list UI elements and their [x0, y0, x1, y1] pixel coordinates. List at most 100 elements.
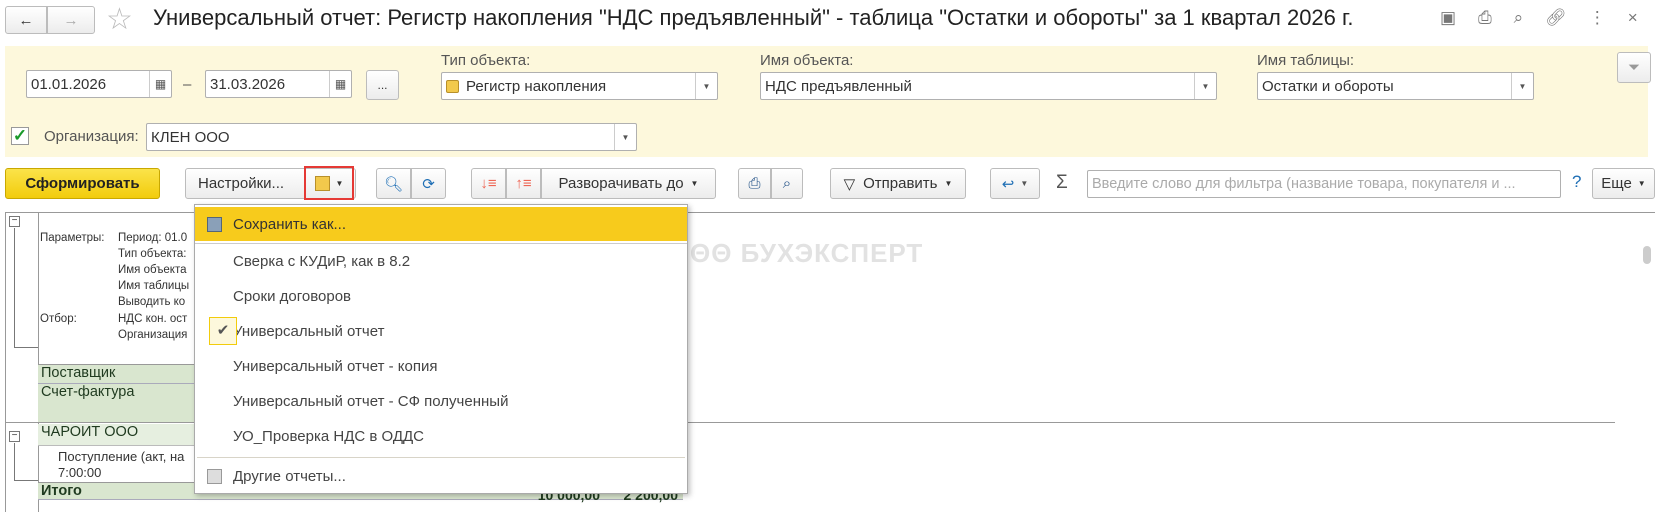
menu-item-label: Универсальный отчет - копия	[233, 357, 438, 375]
register-icon	[446, 79, 459, 93]
calendar-icon[interactable]: ▦	[329, 71, 351, 97]
send-label: Отправить	[863, 175, 938, 192]
help-button[interactable]: ?	[1572, 172, 1581, 192]
report-variants-menu: Сохранить как... Сверка с КУДиР, как в 8…	[194, 204, 688, 494]
menu-item-label: Другие отчеты...	[233, 467, 346, 485]
back-button[interactable]: ←	[5, 6, 47, 34]
collapse-toggle[interactable]: −	[9, 216, 20, 227]
calendar-icon[interactable]: ▦	[149, 71, 171, 97]
object-name-value: НДС предъявленный	[765, 77, 912, 95]
menu-item-other-reports[interactable]: Другие отчеты...	[195, 459, 687, 493]
settings-label: Настройки...	[198, 175, 285, 192]
menu-item-label: УО_Проверка НДС в ОДДС	[233, 427, 425, 445]
save-icon[interactable]: ▣	[1440, 8, 1456, 28]
search-next-icon: ⟳	[422, 175, 435, 193]
chevron-down-icon: ▼	[690, 179, 699, 188]
page-title: Универсальный отчет: Регистр накопления …	[153, 5, 1354, 30]
org-value: КЛЕН ООО	[151, 128, 230, 146]
object-type-select[interactable]: Регистр накопления ▼	[441, 72, 718, 100]
menu-item-variant[interactable]: Сверка с КУДиР, как в 8.2	[195, 244, 687, 278]
expand-to-label: Разворачивать до	[558, 175, 684, 192]
link-icon[interactable]: 🔗︎	[1545, 8, 1567, 28]
org-checkbox[interactable]: ✓	[11, 127, 29, 145]
param-line: Тип объекта:	[118, 248, 187, 260]
more-icon[interactable]: ⋮	[1589, 8, 1606, 28]
param-line: Имя объекта	[118, 264, 187, 276]
expand-to-button[interactable]: Разворачивать до ▼	[541, 168, 716, 199]
save-as-icon	[207, 216, 222, 232]
preview-button[interactable]: ⌕	[771, 168, 803, 199]
menu-item-label: Универсальный отчет	[233, 322, 385, 340]
expand-all-button[interactable]: ↓≡	[471, 168, 506, 199]
sum-icon[interactable]: Σ	[1056, 172, 1068, 194]
menu-item-variant[interactable]: Универсальный отчет - копия	[195, 349, 687, 383]
object-type-label: Тип объекта:	[441, 52, 531, 69]
chevron-down-icon[interactable]: ▼	[1194, 73, 1216, 99]
preview-icon[interactable]: ⌕	[1514, 8, 1524, 28]
preview-icon: ⌕	[782, 175, 792, 192]
collapse-all-button[interactable]: ↑≡	[506, 168, 541, 199]
params-label: Параметры:	[40, 232, 105, 244]
date-from-value: 01.01.2026	[31, 75, 107, 93]
menu-item-variant[interactable]: Универсальный отчет - СФ полученный	[195, 384, 687, 418]
param-line: Период: 01.0	[118, 232, 188, 244]
close-icon[interactable]: ×	[1628, 8, 1638, 28]
back-arrow-icon: ←	[18, 11, 34, 29]
forward-button[interactable]: →	[47, 6, 95, 34]
funnel-icon: ⏷	[1627, 59, 1640, 76]
object-name-label: Имя объекта:	[760, 52, 854, 69]
watermark: ΘΘ БУХЭКСПЕРТ	[690, 238, 924, 268]
chevron-down-icon[interactable]: ▼	[695, 73, 717, 99]
tree-line	[14, 443, 38, 481]
doc-line: 7:00:00	[58, 465, 102, 480]
report-variants-button[interactable]: ▼	[304, 166, 354, 200]
chevron-down-icon[interactable]: ▼	[1511, 73, 1533, 99]
forward-arrow-icon: →	[63, 11, 79, 29]
collapse-toggle[interactable]: −	[9, 431, 20, 442]
watermark-text: БУХЭКСПЕРТ	[740, 238, 924, 268]
chevron-down-icon: ▼	[1020, 179, 1029, 188]
menu-item-variant[interactable]: УО_Проверка НДС в ОДДС	[195, 419, 687, 453]
object-type-value: Регистр накопления	[466, 77, 607, 95]
checkmark-icon: ✔	[209, 317, 237, 345]
filter-line: Организация	[118, 329, 188, 341]
chevron-down-icon: ▼	[335, 178, 344, 188]
divider	[38, 212, 39, 512]
table-name-select[interactable]: Остатки и обороты ▼	[1257, 72, 1534, 100]
more-button[interactable]: Еще ▼	[1592, 168, 1655, 199]
table-name-label: Имя таблицы:	[1257, 52, 1355, 69]
filter-search-input[interactable]: Введите слово для фильтра (название това…	[1087, 170, 1561, 198]
print-button[interactable]: ⎙	[738, 168, 771, 199]
total-label: Итого	[41, 483, 82, 499]
menu-separator	[197, 457, 685, 458]
date-from-field[interactable]: 01.01.2026 ▦	[26, 70, 172, 98]
menu-item-save-as[interactable]: Сохранить как...	[195, 207, 687, 241]
table-name-value: Остатки и обороты	[1262, 77, 1394, 95]
menu-item-variant-current[interactable]: ✔ Универсальный отчет	[195, 314, 687, 348]
menu-item-label: Сверка с КУДиР, как в 8.2	[233, 252, 411, 270]
find-next-button[interactable]: ⟳	[411, 168, 446, 199]
find-button[interactable]: 🔍︎	[376, 168, 411, 199]
filter-settings-button[interactable]: ⏷	[1617, 52, 1651, 83]
tree-line	[14, 228, 38, 348]
more-label: Еще	[1601, 175, 1632, 192]
chevron-down-icon[interactable]: ▼	[614, 124, 636, 150]
filter-line: НДС кон. ост	[118, 313, 188, 325]
reports-icon	[207, 468, 222, 484]
generate-button[interactable]: Сформировать	[5, 168, 160, 199]
print-icon[interactable]: ⎙	[1478, 8, 1492, 28]
printer-icon: ⎙	[748, 175, 761, 192]
scrollbar[interactable]	[1643, 246, 1651, 264]
report-variants-icon	[314, 175, 330, 191]
date-to-field[interactable]: 31.03.2026 ▦	[205, 70, 352, 98]
doc-line: Поступление (акт, на	[58, 449, 185, 464]
favorite-star-icon[interactable]: ☆	[106, 2, 133, 37]
org-select[interactable]: КЛЕН ООО ▼	[146, 123, 637, 151]
go-to-button[interactable]: ↩ ▼	[990, 168, 1040, 199]
menu-item-label: Универсальный отчет - СФ полученный	[233, 392, 509, 410]
menu-item-variant[interactable]: Сроки договоров	[195, 279, 687, 313]
send-button[interactable]: ▽ Отправить ▼	[830, 168, 966, 199]
header-invoice: Счет-фактура	[38, 384, 194, 423]
object-name-select[interactable]: НДС предъявленный ▼	[760, 72, 1217, 100]
period-button[interactable]: ...	[366, 70, 399, 100]
